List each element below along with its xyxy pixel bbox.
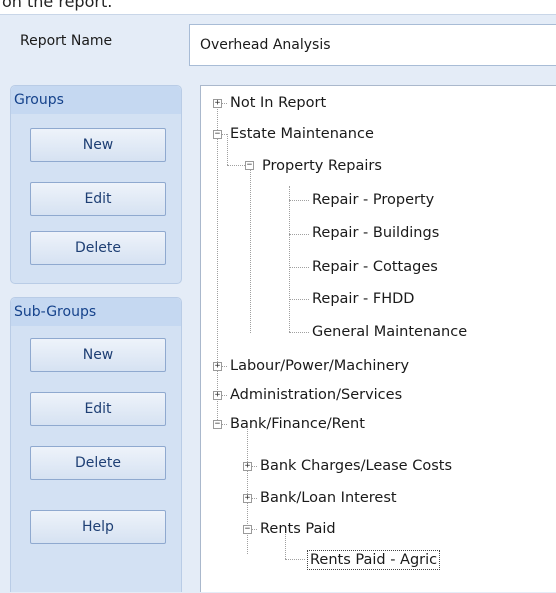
- subgroups-edit-button[interactable]: Edit: [30, 392, 166, 426]
- subgroups-panel: Sub-Groups New Edit Delete Help: [10, 297, 182, 592]
- collapse-toggle[interactable]: −: [243, 525, 252, 534]
- subgroups-delete-button[interactable]: Delete: [30, 446, 166, 480]
- tree-node-repair-property[interactable]: Repair - Property: [312, 190, 434, 210]
- tree-branch-line: [227, 134, 228, 165]
- tree-node-rents-paid-agric[interactable]: Rents Paid - Agric: [307, 550, 441, 570]
- help-button[interactable]: Help: [30, 510, 166, 544]
- tree-connector: [285, 559, 305, 560]
- tree-connector: [289, 299, 309, 300]
- tree-node-repair-buildings[interactable]: Repair - Buildings: [312, 223, 439, 243]
- expand-toggle[interactable]: +: [243, 494, 252, 503]
- tree-connector: [289, 200, 309, 201]
- tree-connector: [289, 332, 309, 333]
- tree-node-rents-paid[interactable]: Rents Paid: [260, 519, 336, 539]
- tree-root-line: [217, 103, 218, 424]
- tree-branch-line: [289, 186, 290, 332]
- report-name-label: Report Name: [20, 33, 113, 49]
- groups-delete-button[interactable]: Delete: [30, 231, 166, 265]
- expand-toggle[interactable]: +: [243, 462, 252, 471]
- expand-toggle[interactable]: +: [213, 362, 222, 371]
- tree-node-not-in-report[interactable]: Not In Report: [230, 93, 326, 113]
- expand-toggle[interactable]: +: [213, 391, 222, 400]
- tree-node-general-maintenance[interactable]: General Maintenance: [312, 322, 467, 342]
- tree-connector: [289, 234, 309, 235]
- collapse-toggle[interactable]: −: [245, 161, 254, 170]
- subgroups-title: Sub-Groups: [11, 298, 181, 326]
- collapse-toggle[interactable]: −: [213, 130, 222, 139]
- collapse-toggle[interactable]: −: [213, 420, 222, 429]
- tree-node-labour-power-machinery[interactable]: Labour/Power/Machinery: [230, 356, 409, 376]
- tree-node-property-repairs[interactable]: Property Repairs: [262, 156, 382, 176]
- report-tree[interactable]: + − − + + − + + − Not In Report Estate M…: [200, 85, 556, 592]
- tree-node-bank-charges-lease-costs[interactable]: Bank Charges/Lease Costs: [260, 456, 452, 476]
- tree-node-repair-cottages[interactable]: Repair - Cottages: [312, 257, 438, 277]
- tree-node-estate-maintenance[interactable]: Estate Maintenance: [230, 124, 374, 144]
- groups-new-button[interactable]: New: [30, 128, 166, 162]
- tree-connector: [289, 267, 309, 268]
- tree-node-bank-loan-interest[interactable]: Bank/Loan Interest: [260, 488, 397, 508]
- expand-toggle[interactable]: +: [213, 99, 222, 108]
- groups-panel: Groups New Edit Delete: [10, 85, 182, 284]
- tree-node-repair-fhdd[interactable]: Repair - FHDD: [312, 289, 414, 309]
- tree-node-administration-services[interactable]: Administration/Services: [230, 385, 402, 405]
- subgroups-new-button[interactable]: New: [30, 338, 166, 372]
- tree-branch-line: [250, 170, 251, 333]
- tree-branch-line: [247, 429, 248, 554]
- caption-text: on the report.: [2, 0, 113, 11]
- groups-title: Groups: [11, 86, 181, 114]
- tree-node-bank-finance-rent[interactable]: Bank/Finance/Rent: [230, 414, 365, 434]
- groups-edit-button[interactable]: Edit: [30, 182, 166, 216]
- report-name-input[interactable]: Overhead Analysis: [189, 24, 556, 66]
